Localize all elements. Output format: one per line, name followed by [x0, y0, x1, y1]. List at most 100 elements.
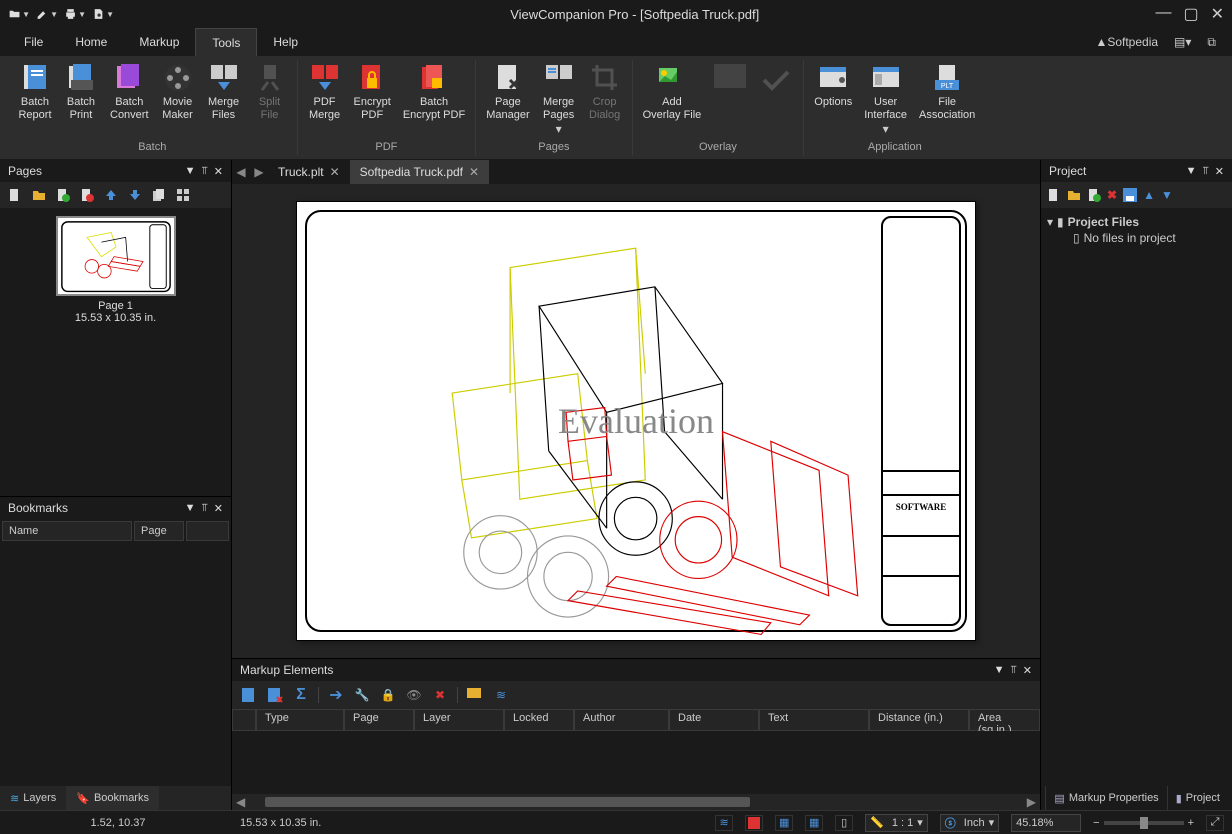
- maximize-icon[interactable]: ▢: [1183, 4, 1198, 24]
- doc-tab-1[interactable]: Truck.plt✕: [268, 160, 350, 184]
- batch-print-button[interactable]: Batch Print: [60, 60, 102, 139]
- tab-markup-properties[interactable]: ▤Markup Properties: [1045, 786, 1166, 810]
- pages-up-icon[interactable]: [102, 186, 120, 204]
- mk-comment-icon[interactable]: [466, 686, 484, 704]
- page-thumbnail[interactable]: Page 1 15.53 x 10.35 in.: [8, 216, 223, 324]
- status-pdf-icon[interactable]: [745, 815, 763, 831]
- qat-print-icon[interactable]: ▼: [64, 4, 86, 24]
- mk-close-icon[interactable]: ✕: [1023, 664, 1032, 677]
- menu-help[interactable]: Help: [257, 28, 314, 56]
- mk-arrow-icon[interactable]: ➔: [327, 686, 345, 704]
- file-association-button[interactable]: PLTFile Association: [915, 60, 979, 139]
- qat-preview-icon[interactable]: ▼: [92, 4, 114, 24]
- menu-home[interactable]: Home: [59, 28, 123, 56]
- pages-delete-icon[interactable]: [78, 186, 96, 204]
- mk-pin-icon[interactable]: ⫪: [1011, 664, 1017, 677]
- tab-nav-left-icon[interactable]: ◀: [232, 160, 250, 184]
- doc-tab-2[interactable]: Softpedia Truck.pdf✕: [350, 160, 489, 184]
- add-overlay-file-button[interactable]: Add Overlay File: [639, 60, 706, 139]
- pages-add-icon[interactable]: [54, 186, 72, 204]
- menu-markup[interactable]: Markup: [123, 28, 195, 56]
- menubar-dropdown-icon[interactable]: ▤▾: [1166, 28, 1199, 56]
- mk-col-layer[interactable]: Layer: [414, 709, 504, 731]
- pages-copy-icon[interactable]: [150, 186, 168, 204]
- bm-col-name[interactable]: Name: [2, 521, 132, 541]
- pages-file-icon[interactable]: [6, 186, 24, 204]
- zoom-out-icon[interactable]: −: [1093, 817, 1099, 829]
- status-scale[interactable]: 📏1 : 1 ▾: [865, 814, 928, 832]
- project-root[interactable]: ▾ ▮ Project Files: [1047, 214, 1226, 230]
- pages-open-icon[interactable]: [30, 186, 48, 204]
- status-fit-icon[interactable]: ⤢: [1206, 815, 1224, 831]
- panel-pin-icon[interactable]: ⫪: [202, 165, 208, 178]
- collapse-icon[interactable]: ▾: [1047, 215, 1053, 229]
- batch-encrypt-pdf-button[interactable]: Batch Encrypt PDF: [399, 60, 469, 139]
- bm-close-icon[interactable]: ✕: [214, 502, 223, 515]
- brand-link[interactable]: ▲ Softpedia: [1087, 28, 1166, 56]
- mk-layers-icon[interactable]: ≋: [492, 686, 510, 704]
- batch-convert-button[interactable]: Batch Convert: [106, 60, 153, 139]
- zoom-slider[interactable]: [1104, 821, 1184, 825]
- horizontal-scrollbar[interactable]: ◀ ▶: [232, 794, 1040, 810]
- panel-close-icon[interactable]: ✕: [214, 165, 223, 178]
- pj-up-icon[interactable]: ▲: [1143, 188, 1155, 202]
- merge-pages-button[interactable]: Merge Pages▾: [538, 60, 580, 139]
- minimize-icon[interactable]: —: [1155, 4, 1171, 24]
- pages-thumb-icon[interactable]: [174, 186, 192, 204]
- tab-close-icon[interactable]: ✕: [469, 165, 479, 179]
- mk-col-check[interactable]: [232, 709, 256, 731]
- merge-files-button[interactable]: Merge Files: [203, 60, 245, 139]
- status-grid2-icon[interactable]: ▦: [805, 815, 823, 831]
- mk-delete-icon[interactable]: ✖: [431, 686, 449, 704]
- status-layers-icon[interactable]: ≋: [715, 815, 733, 831]
- tab-layers[interactable]: ≋Layers: [0, 786, 66, 810]
- mk-lock-icon[interactable]: 🔒: [379, 686, 397, 704]
- mk-deselect-icon[interactable]: [266, 686, 284, 704]
- mk-col-area[interactable]: Area (sq.in.): [969, 709, 1040, 731]
- pj-open-icon[interactable]: [1067, 188, 1081, 202]
- status-unit[interactable]: ⓢInch ▾: [940, 814, 999, 832]
- pj-pin-icon[interactable]: ⫪: [1203, 165, 1209, 178]
- pj-save-icon[interactable]: [1123, 188, 1137, 202]
- mk-hide-icon[interactable]: 👁: [405, 686, 423, 704]
- pj-down-icon[interactable]: ▼: [1161, 188, 1173, 202]
- pages-down-icon[interactable]: [126, 186, 144, 204]
- pj-dropdown-icon[interactable]: ▼: [1186, 165, 1197, 177]
- mk-col-locked[interactable]: Locked: [504, 709, 574, 731]
- page-manager-button[interactable]: Page Manager: [482, 60, 533, 139]
- document-viewport[interactable]: SOFTWARE: [232, 184, 1040, 658]
- mk-col-distance[interactable]: Distance (in.): [869, 709, 969, 731]
- status-grid-icon[interactable]: ▦: [775, 815, 793, 831]
- movie-maker-button[interactable]: Movie Maker: [157, 60, 199, 139]
- tab-project[interactable]: ▮Project: [1167, 786, 1228, 810]
- bm-pin-icon[interactable]: ⫪: [202, 502, 208, 515]
- bm-col-page[interactable]: Page: [134, 521, 184, 541]
- mk-col-type[interactable]: Type: [256, 709, 344, 731]
- close-icon[interactable]: ✕: [1211, 4, 1224, 24]
- mk-col-page[interactable]: Page: [344, 709, 414, 731]
- mk-col-date[interactable]: Date: [669, 709, 759, 731]
- status-zoom-combo[interactable]: 45.18%: [1011, 814, 1081, 832]
- mk-select-icon[interactable]: [240, 686, 258, 704]
- menu-file[interactable]: File: [8, 28, 59, 56]
- tab-bookmarks[interactable]: 🔖Bookmarks: [66, 786, 159, 810]
- status-doc-icon[interactable]: ▯: [835, 815, 853, 831]
- pj-close-icon[interactable]: ✕: [1215, 165, 1224, 178]
- batch-report-button[interactable]: Batch Report: [14, 60, 56, 139]
- menubar-maximize-icon[interactable]: ⧉: [1199, 28, 1224, 56]
- mk-col-text[interactable]: Text: [759, 709, 869, 731]
- options-button[interactable]: Options: [810, 60, 856, 139]
- tab-close-icon[interactable]: ✕: [330, 165, 340, 179]
- mk-sum-icon[interactable]: Σ: [292, 686, 310, 704]
- user-interface-button[interactable]: User Interface▾: [860, 60, 911, 139]
- bm-dropdown-icon[interactable]: ▼: [185, 502, 196, 514]
- pj-remove-icon[interactable]: ✖: [1107, 188, 1117, 202]
- mk-dropdown-icon[interactable]: ▼: [994, 664, 1005, 676]
- pj-new-icon[interactable]: [1047, 188, 1061, 202]
- qat-open-icon[interactable]: ▼: [8, 4, 30, 24]
- tab-nav-right-icon[interactable]: ▶: [250, 160, 268, 184]
- menu-tools[interactable]: Tools: [195, 28, 257, 56]
- pj-add-icon[interactable]: [1087, 188, 1101, 202]
- encrypt-pdf-button[interactable]: Encrypt PDF: [350, 60, 395, 139]
- panel-dropdown-icon[interactable]: ▼: [185, 165, 196, 177]
